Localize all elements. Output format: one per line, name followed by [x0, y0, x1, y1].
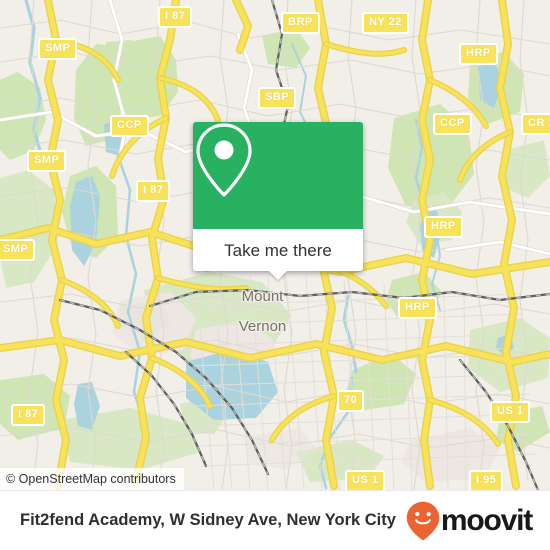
road-shield: CCP [433, 113, 472, 135]
road-shield: HRP [459, 43, 498, 65]
place-title: Fit2fend Academy, W Sidney Ave, New York… [20, 511, 396, 529]
road-shield: I 87 [136, 180, 171, 202]
road-shield: NY 22 [362, 12, 409, 34]
popup-tail [269, 271, 287, 280]
road-shield: SBP [258, 87, 297, 109]
road-shield: CCP [110, 115, 149, 137]
take-me-there-label: Take me there [224, 240, 332, 260]
road-shield: BRP [281, 12, 320, 34]
map-screenshot: .wtr{fill:#aad3df} .wln{fill:none;stroke… [0, 0, 550, 550]
road-shield: HRP [424, 216, 463, 238]
popup-cta-area[interactable]: Take me there [193, 229, 363, 280]
road-shield: SMP [27, 150, 67, 172]
road-shield: I 95 [469, 470, 504, 490]
place-label-mount-vernon: Mount Vernon [208, 274, 292, 349]
road-shield: HRP [398, 297, 437, 319]
road-shield: US 1 [345, 470, 386, 490]
moovit-brand[interactable]: moovit [406, 501, 533, 541]
place-label-line1: Mount [241, 288, 284, 305]
road-shield: 70 [337, 390, 365, 412]
place-label-line2: Vernon [238, 318, 287, 335]
road-shield: I 87 [11, 404, 46, 426]
moovit-wordmark: moovit [440, 503, 533, 537]
road-shield: US 1 [490, 401, 531, 423]
road-shield: SMP [38, 38, 78, 60]
location-popup-card[interactable]: Take me there [193, 122, 363, 280]
popup-icon-area [193, 122, 363, 229]
road-shield: CR 10 [521, 113, 550, 135]
road-shield: SMP [0, 239, 36, 261]
osm-attribution[interactable]: © OpenStreetMap contributors [0, 468, 184, 490]
footer-bar: Fit2fend Academy, W Sidney Ave, New York… [0, 490, 550, 550]
map-pin-icon [196, 123, 252, 197]
map-canvas[interactable]: .wtr{fill:#aad3df} .wln{fill:none;stroke… [0, 0, 550, 490]
moovit-pin-logo-icon [406, 501, 440, 540]
road-shield: I 87 [158, 6, 193, 28]
